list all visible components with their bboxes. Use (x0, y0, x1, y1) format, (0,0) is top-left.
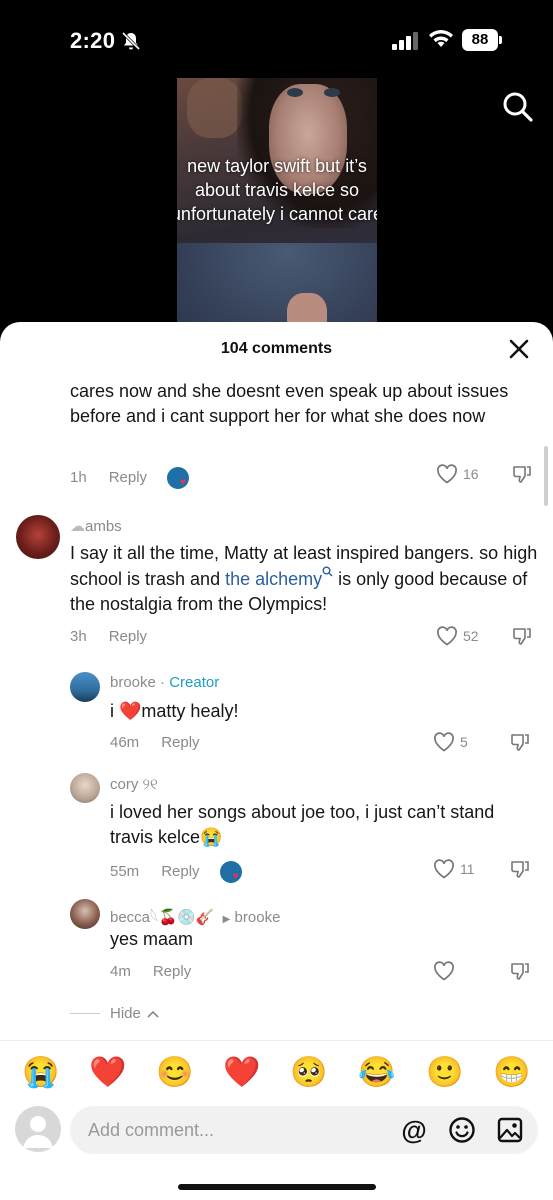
avatar[interactable] (70, 773, 100, 803)
reply-button[interactable]: Reply (109, 628, 147, 645)
comment-input-box: @ (70, 1106, 538, 1154)
emoji-red-heart-2[interactable]: ❤️ (223, 1055, 260, 1091)
creator-liked-avatar: ♥ (219, 861, 242, 883)
reply-button[interactable]: Reply (161, 863, 199, 880)
user-avatar[interactable] (15, 1106, 61, 1152)
wifi-icon (429, 30, 453, 47)
reply-button[interactable]: Reply (153, 963, 191, 980)
comment-text: yes maam (110, 929, 194, 949)
comment-meta: 1h Reply ♥ (70, 467, 190, 489)
like-heart-icon[interactable] (433, 961, 455, 981)
clock: 2:20 (70, 28, 116, 53)
comments-sheet: 104 comments cares now and she doesnt ev… (0, 322, 553, 1200)
comment-time: 1h (70, 468, 87, 486)
scrollbar[interactable] (544, 446, 548, 506)
comment-meta: 55m Reply ♥ (110, 861, 242, 883)
avatar[interactable] (70, 672, 100, 702)
hide-replies-button[interactable]: Hide (110, 1005, 159, 1022)
comment-meta: 3h Reply (70, 628, 147, 645)
divider (70, 1013, 100, 1014)
comment-input[interactable] (88, 1118, 378, 1142)
heart-icon: ♥ (232, 871, 239, 882)
reply-button[interactable]: Reply (109, 469, 147, 486)
comments-count-title: 104 comments (220, 340, 333, 357)
comment-username[interactable]: ☁ambs (70, 517, 122, 535)
like-count: 11 (460, 861, 475, 877)
close-icon[interactable] (508, 338, 530, 360)
reply-button[interactable]: Reply (161, 734, 199, 751)
comment-text: cares now and she doesnt even speak up a… (70, 381, 509, 426)
dislike-icon[interactable] (512, 464, 532, 484)
like-count: 52 (463, 628, 479, 644)
like-heart-icon[interactable] (433, 732, 455, 752)
battery-icon: 88 (462, 29, 502, 51)
comment-meta: 4m Reply (110, 963, 191, 980)
avatar[interactable] (70, 899, 100, 929)
emoji-tears-of-joy[interactable]: 😂 (358, 1055, 395, 1091)
comment-username[interactable]: cory ୨୧ (110, 776, 158, 793)
comment-time: 46m (110, 734, 140, 751)
home-indicator[interactable] (178, 1184, 376, 1190)
bell-muted-icon (121, 31, 141, 51)
sheet-header: 104 comments (0, 322, 553, 380)
comment-meta: 46m Reply (110, 734, 200, 751)
emoji-loudly-crying[interactable]: 😭 (22, 1055, 59, 1091)
video-thumbnail[interactable]: new taylor swift but it’s about travis k… (177, 78, 377, 336)
default-avatar-icon (23, 1116, 53, 1148)
like-heart-icon[interactable] (436, 464, 458, 484)
like-heart-icon[interactable] (436, 626, 458, 646)
creator-liked-avatar: ♥ (167, 467, 190, 489)
creator-badge: Creator (169, 674, 220, 691)
dislike-icon[interactable] (510, 859, 530, 879)
emoji-grinning[interactable]: 😁 (493, 1055, 530, 1091)
comment-time: 3h (70, 628, 87, 645)
like-count: 16 (463, 466, 479, 482)
like-heart-icon[interactable] (433, 859, 455, 879)
search-icon[interactable] (502, 91, 534, 123)
comment-input-row: @ (0, 1104, 553, 1164)
username-emblem-icon: ☁ (70, 518, 85, 535)
reply-arrow-icon: ▶ (222, 914, 231, 925)
comment-username[interactable]: brooke · Creator (110, 674, 219, 691)
emoji-picker-icon[interactable] (448, 1116, 476, 1144)
comment-text: i ❤️matty healy! (110, 701, 239, 721)
image-upload-icon[interactable] (496, 1116, 524, 1144)
cellular-signal-icon (392, 32, 418, 50)
mention-button[interactable]: @ (400, 1116, 428, 1144)
emoji-quick-bar: 😭 ❤️ 😊 ❤️ 🥺 😂 🙂 😁 (0, 1040, 553, 1104)
video-caption: new taylor swift but it’s about travis k… (177, 156, 377, 224)
red-heart-emoji: ❤️ (119, 701, 142, 721)
comment-time: 55m (110, 862, 140, 880)
search-link[interactable]: the alchemy (225, 569, 322, 589)
search-small-icon (322, 566, 333, 577)
comment-username[interactable]: becca𓆩🍒💿🎸 ▶ brooke (110, 902, 280, 927)
username-emojis: 𓆩🍒💿🎸 (150, 909, 215, 926)
comment-text: i loved her songs about joe too, i just … (110, 802, 495, 847)
dislike-icon[interactable] (512, 626, 532, 646)
emoji-slight-smile[interactable]: 🙂 (426, 1055, 463, 1091)
comment-text: I say it all the time, Matty at least in… (70, 543, 538, 614)
dislike-icon[interactable] (510, 961, 530, 981)
heart-icon: ♥ (180, 477, 186, 488)
chevron-up-icon (147, 1010, 159, 1018)
comment-time: 4m (110, 963, 131, 980)
battery-level: 88 (462, 29, 498, 51)
status-bar: 2:20 88 (0, 0, 553, 80)
like-count: 5 (460, 734, 468, 750)
emoji-red-heart[interactable]: ❤️ (89, 1055, 126, 1091)
reply-to-username[interactable]: brooke (235, 909, 281, 926)
emoji-smiling[interactable]: 😊 (156, 1055, 193, 1091)
avatar[interactable] (16, 515, 60, 559)
dislike-icon[interactable] (510, 732, 530, 752)
emoji-pleading[interactable]: 🥺 (290, 1055, 327, 1091)
